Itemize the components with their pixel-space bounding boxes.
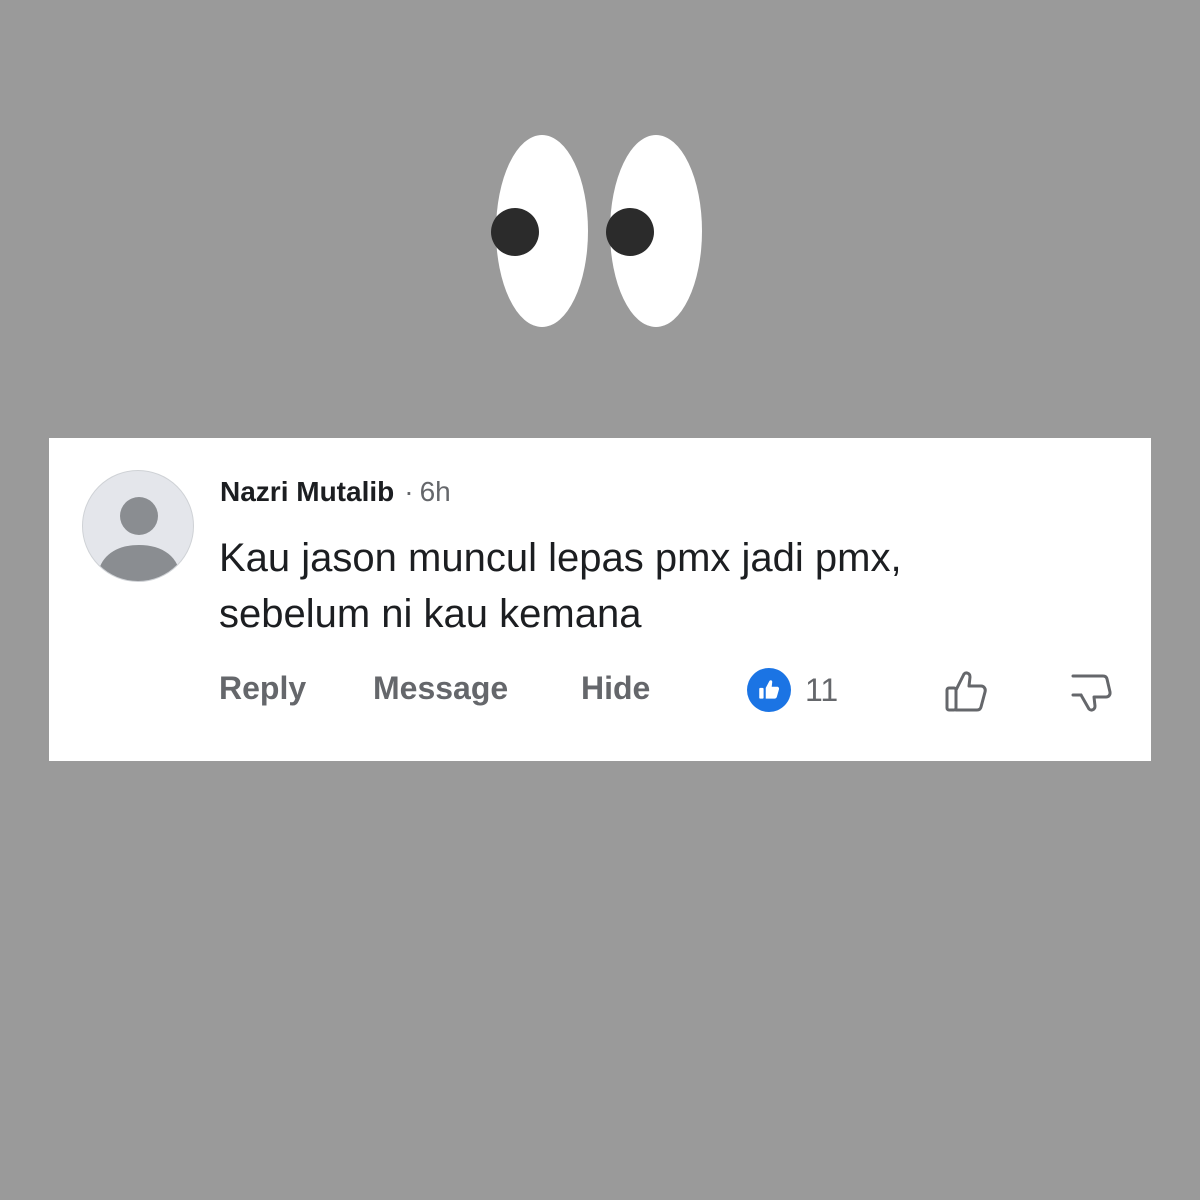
reply-button[interactable]: Reply [219, 670, 306, 706]
comment-header: Nazri Mutalib · 6h [220, 475, 451, 509]
comment-text: Kau jason muncul lepas pmx jadi pmx, seb… [219, 536, 902, 636]
author-name[interactable]: Nazri Mutalib [220, 476, 394, 507]
separator-dot: · [404, 476, 414, 507]
like-count: 11 [805, 672, 839, 708]
message-button[interactable]: Message [373, 670, 508, 706]
thumbs-down-icon[interactable] [1067, 668, 1115, 716]
default-avatar-icon [97, 497, 181, 581]
comment-card: Nazri Mutalib · 6h Kau jason muncul lepas … [49, 438, 1151, 761]
eyes-icon [480, 128, 720, 338]
hide-button[interactable]: Hide [581, 670, 650, 706]
like-icon [747, 668, 791, 712]
reaction-summary[interactable]: 11 [747, 668, 838, 712]
thumbs-up-icon[interactable] [942, 668, 990, 716]
avatar[interactable] [82, 470, 194, 582]
comment-timestamp[interactable]: 6h [420, 476, 451, 507]
